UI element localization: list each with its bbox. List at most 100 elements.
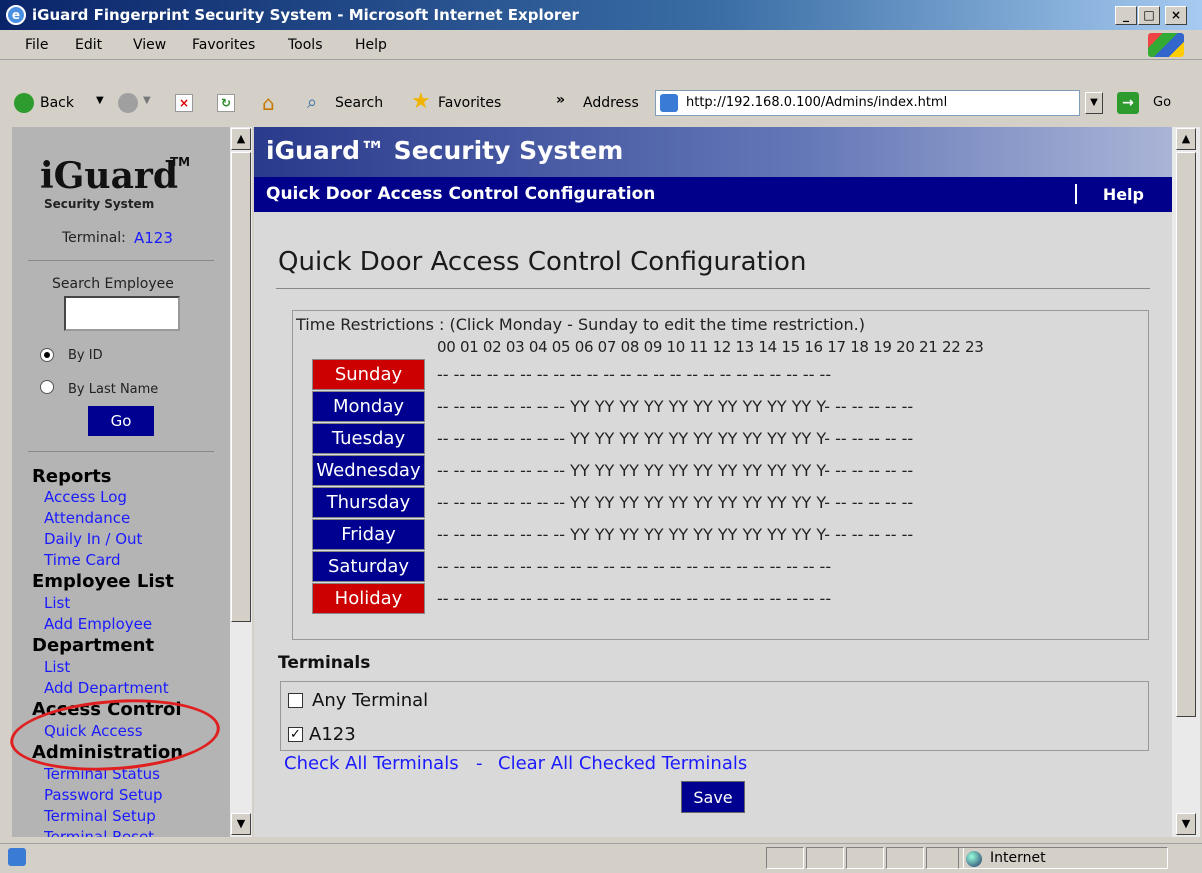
terminal-link[interactable]: A123: [134, 229, 173, 247]
search-icon[interactable]: ⌕: [307, 93, 327, 113]
address-dropdown-icon[interactable]: ▼: [1085, 92, 1103, 114]
status-segment: [886, 847, 924, 869]
by-last-name-radio[interactable]: [40, 380, 54, 394]
sidebar-scroll-down-icon[interactable]: ▼: [231, 813, 251, 835]
save-button[interactable]: Save: [681, 781, 745, 813]
menu-view[interactable]: View: [133, 37, 166, 53]
employee-list-link[interactable]: List: [44, 594, 70, 612]
sidebar-scroll-thumb[interactable]: [231, 152, 251, 622]
check-all-terminals-link[interactable]: Check All Terminals: [284, 753, 459, 774]
menu-tools[interactable]: Tools: [288, 37, 323, 53]
menu-help[interactable]: Help: [355, 37, 387, 53]
page-status-icon: [8, 848, 26, 866]
terminal-reset-link[interactable]: Terminal Reset: [44, 828, 154, 837]
employee-list-heading: Employee List: [32, 571, 174, 592]
back-button[interactable]: Back: [40, 95, 74, 111]
holiday-slots: -- -- -- -- -- -- -- -- -- -- -- -- -- -…: [437, 589, 832, 608]
brand-header: iGuard™ Security System: [254, 127, 1172, 177]
thursday-slots: -- -- -- -- -- -- -- -- YY YY YY YY YY Y…: [437, 493, 914, 512]
refresh-icon[interactable]: ↻: [217, 94, 235, 112]
content-scroll-down-icon[interactable]: ▼: [1176, 813, 1196, 835]
close-button[interactable]: ×: [1165, 6, 1187, 25]
section-header: Quick Door Access Control Configuration: [254, 177, 1172, 212]
sidebar-go-button[interactable]: Go: [88, 406, 154, 436]
by-id-label: By ID: [68, 348, 103, 363]
home-icon[interactable]: ⌂: [262, 92, 284, 114]
ie-icon: e: [6, 5, 26, 25]
terminals-heading: Terminals: [278, 653, 371, 673]
menu-favorites[interactable]: Favorites: [192, 37, 255, 53]
internet-zone-label: Internet: [990, 850, 1046, 866]
search-employee-label: Search Employee: [52, 276, 174, 292]
favorites-button[interactable]: Favorites: [438, 95, 501, 111]
stop-icon[interactable]: ×: [175, 94, 193, 112]
hours-header: 00 01 02 03 04 05 06 07 08 09 10 11 12 1…: [437, 338, 984, 356]
page-title: Quick Door Access Control Configuration: [278, 247, 807, 277]
windows-logo-icon: [1148, 33, 1184, 57]
content-scroll-thumb[interactable]: [1176, 152, 1196, 717]
day-holiday-button[interactable]: Holiday: [312, 583, 425, 614]
link-separator: -: [476, 753, 483, 774]
time-restrictions-caption: Time Restrictions : (Click Monday - Sund…: [296, 315, 865, 334]
back-arrow-icon[interactable]: [14, 93, 34, 113]
time-card-link[interactable]: Time Card: [44, 551, 121, 569]
day-sunday-button[interactable]: Sunday: [312, 359, 425, 390]
search-button[interactable]: Search: [335, 95, 383, 111]
password-setup-link[interactable]: Password Setup: [44, 786, 163, 804]
back-dropdown-icon[interactable]: ▼: [96, 95, 104, 106]
forward-dropdown-icon[interactable]: ▼: [143, 95, 151, 106]
any-terminal-label: Any Terminal: [312, 690, 429, 711]
favorites-star-icon[interactable]: ★: [411, 90, 431, 114]
status-segment: [806, 847, 844, 869]
title-divider: [276, 288, 1150, 289]
status-segment: [766, 847, 804, 869]
saturday-slots: -- -- -- -- -- -- -- -- -- -- -- -- -- -…: [437, 557, 832, 576]
clear-all-checked-terminals-link[interactable]: Clear All Checked Terminals: [498, 753, 747, 774]
toolbar-overflow-icon[interactable]: »: [556, 92, 565, 108]
sidebar-divider: [28, 260, 214, 261]
a123-label: A123: [309, 724, 356, 745]
menu-bar: [0, 30, 1202, 60]
by-last-name-label: By Last Name: [68, 382, 159, 397]
terminal-label: Terminal:: [62, 230, 126, 246]
any-terminal-checkbox[interactable]: [288, 693, 303, 708]
add-department-link[interactable]: Add Department: [44, 679, 169, 697]
help-link[interactable]: Help: [1103, 185, 1144, 204]
attendance-link[interactable]: Attendance: [44, 509, 130, 527]
tuesday-slots: -- -- -- -- -- -- -- -- YY YY YY YY YY Y…: [437, 429, 914, 448]
access-log-link[interactable]: Access Log: [44, 488, 127, 506]
day-wednesday-button[interactable]: Wednesday: [312, 455, 425, 486]
maximize-button[interactable]: □: [1138, 6, 1160, 25]
sidebar-scroll-up-icon[interactable]: ▲: [231, 128, 251, 150]
sidebar-logo: iGuard: [40, 155, 179, 197]
day-saturday-button[interactable]: Saturday: [312, 551, 425, 582]
menu-file[interactable]: File: [25, 37, 48, 53]
wednesday-slots: -- -- -- -- -- -- -- -- YY YY YY YY YY Y…: [437, 461, 914, 480]
go-button[interactable]: Go: [1153, 95, 1171, 110]
content-scroll-up-icon[interactable]: ▲: [1176, 128, 1196, 150]
by-id-radio[interactable]: [40, 348, 54, 362]
day-monday-button[interactable]: Monday: [312, 391, 425, 422]
sunday-slots: -- -- -- -- -- -- -- -- -- -- -- -- -- -…: [437, 365, 832, 384]
daily-in-out-link[interactable]: Daily In / Out: [44, 530, 142, 548]
logo-subtitle: Security System: [44, 197, 155, 211]
status-segment: [846, 847, 884, 869]
page-icon: [660, 94, 678, 112]
a123-checkbox[interactable]: ✓: [288, 727, 303, 742]
reports-heading: Reports: [32, 466, 112, 487]
address-label: Address: [583, 95, 639, 111]
monday-slots: -- -- -- -- -- -- -- -- YY YY YY YY YY Y…: [437, 397, 914, 416]
address-bar[interactable]: http://192.168.0.100/Admins/index.html: [655, 90, 1080, 116]
day-tuesday-button[interactable]: Tuesday: [312, 423, 425, 454]
add-employee-link[interactable]: Add Employee: [44, 615, 152, 633]
logo-tm: TM: [170, 155, 191, 169]
day-thursday-button[interactable]: Thursday: [312, 487, 425, 518]
go-arrow-icon[interactable]: →: [1117, 92, 1139, 114]
forward-arrow-icon[interactable]: [118, 93, 138, 113]
menu-edit[interactable]: Edit: [75, 37, 102, 53]
minimize-button[interactable]: _: [1115, 6, 1137, 25]
department-list-link[interactable]: List: [44, 658, 70, 676]
search-employee-input[interactable]: [64, 296, 180, 331]
day-friday-button[interactable]: Friday: [312, 519, 425, 550]
terminal-setup-link[interactable]: Terminal Setup: [44, 807, 156, 825]
